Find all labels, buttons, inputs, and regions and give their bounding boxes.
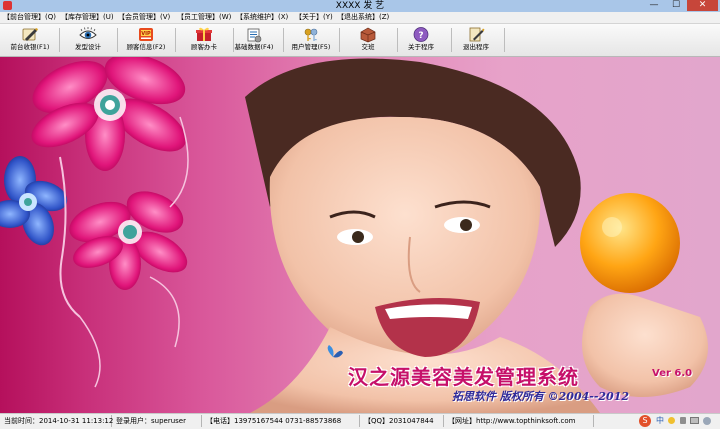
status-bar: 当前时间：2014-10-31 11:13:12 登录用户：superuser … — [0, 413, 720, 429]
splash-illustration — [0, 57, 708, 413]
toolbar-label: 顾客信息(F2) — [126, 43, 166, 51]
toolbar-button-handover[interactable]: 交班 — [340, 25, 396, 55]
eye-icon — [79, 27, 97, 39]
toolbar-label: 发型设计 — [75, 43, 101, 51]
toolbar-button-about[interactable]: ? 关于程序 — [392, 25, 450, 55]
toolbar-button-issue-card[interactable]: 顾客办卡 — [176, 25, 232, 55]
gift-card-icon — [196, 27, 212, 41]
pink-flower-small-icon — [69, 191, 188, 290]
minimize-button[interactable]: — — [643, 0, 665, 11]
user-keys-icon — [304, 28, 318, 41]
blue-flower-icon — [0, 156, 68, 246]
toolbar-button-hair-design[interactable]: 发型设计 — [60, 25, 116, 55]
product-title: 汉之源美容美发管理系统 — [348, 365, 579, 389]
toolbar-label: 基础数据(F4) — [234, 43, 274, 51]
customer-card-icon: VIP — [139, 28, 153, 41]
svg-text:?: ? — [418, 31, 423, 41]
menu-front-desk[interactable]: 【前台管理】(Q) — [3, 12, 56, 23]
menu-bar: 【前台管理】(Q) 【库存管理】(U) 【会员管理】(V) 【员工管理】(W) … — [0, 12, 720, 24]
toolbar-label: 顾客办卡 — [191, 43, 217, 51]
toolbar-label: 关于程序 — [408, 43, 434, 51]
toolbar-divider — [504, 28, 505, 52]
toolbar-button-customer-info[interactable]: VIP 顾客信息(F2) — [118, 25, 174, 55]
toolbar-button-base-data[interactable]: 基础数据(F4) — [226, 25, 282, 55]
close-button[interactable]: ✕ — [687, 0, 718, 11]
toolbar-label: 前台收银(F1) — [10, 43, 50, 51]
toolbar-button-cashier[interactable]: 前台收银(F1) — [2, 25, 58, 55]
maximize-button[interactable]: ☐ — [665, 0, 687, 11]
status-phone: 【电话】13975167544 0731-88573868 — [202, 415, 360, 427]
status-current-time: 当前时间：2014-10-31 11:13:12 — [0, 415, 113, 427]
orange-fruit-icon — [580, 193, 680, 293]
status-login-user: 登录用户：superuser — [112, 415, 202, 427]
ime-comma-icon[interactable] — [680, 417, 686, 424]
splash-banner: 汉之源美容美发管理系统 Ver 6.0 拓思软件 版权所有 ©2004--201… — [0, 57, 720, 413]
ime-settings-icon[interactable] — [703, 417, 711, 425]
pink-flower-icon — [31, 57, 187, 171]
toolbar: 前台收银(F1) 发型设计 VIP 顾客信息(F2) 顾客办卡 基础数据(F4)… — [0, 24, 720, 57]
ime-s-icon[interactable]: S — [639, 415, 651, 427]
data-tools-icon — [247, 28, 262, 43]
model-portrait — [245, 58, 600, 413]
status-qq: 【QQ】2031047844 — [360, 415, 444, 427]
ime-keyboard-icon[interactable] — [690, 417, 699, 424]
window-title: XXXX 发 艺 — [335, 1, 385, 11]
hand-shape — [582, 293, 708, 397]
menu-exit[interactable]: 【退出系统】(Z) — [337, 12, 389, 23]
handover-icon — [360, 27, 376, 43]
ime-moon-icon[interactable] — [668, 417, 675, 424]
help-icon: ? — [413, 27, 429, 42]
menu-member[interactable]: 【会员管理】(V) — [118, 12, 170, 23]
menu-system[interactable]: 【系统维护】(X) — [236, 12, 288, 23]
toolbar-button-user-management[interactable]: 用户管理(F5) — [283, 25, 339, 55]
svg-text:VIP: VIP — [141, 31, 151, 37]
copyright-text: 拓思软件 版权所有 ©2004--2012 — [452, 390, 630, 403]
ime-chinese-indicator[interactable]: 中 — [656, 415, 664, 427]
product-version: Ver 6.0 — [652, 368, 693, 379]
toolbar-label: 退出程序 — [463, 43, 489, 51]
toolbar-label: 交班 — [361, 43, 375, 51]
cashier-pen-icon — [22, 28, 38, 41]
menu-staff[interactable]: 【员工管理】(W) — [177, 12, 231, 23]
status-website: 【网址】http://www.topthinksoft.com — [444, 415, 594, 427]
toolbar-label: 用户管理(F5) — [291, 43, 331, 51]
menu-about[interactable]: 【关于】(Y) — [295, 12, 333, 23]
exit-icon — [469, 27, 485, 42]
toolbar-button-exit[interactable]: 退出程序 — [448, 25, 504, 55]
menu-inventory[interactable]: 【库存管理】(U) — [61, 12, 114, 23]
